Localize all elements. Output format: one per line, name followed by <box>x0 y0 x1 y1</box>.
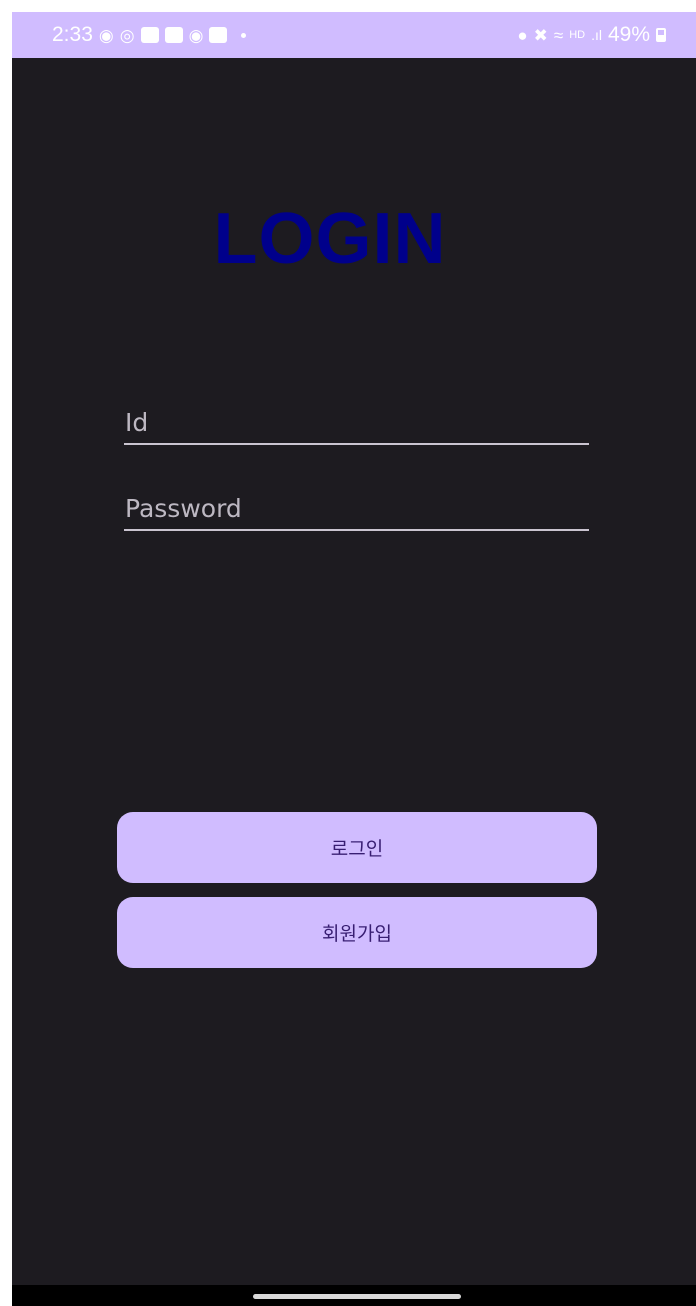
login-button-label: 로그인 <box>330 838 384 860</box>
signal-bars-icon: .ıl <box>591 27 602 43</box>
wifi-icon: ≈ <box>553 25 564 45</box>
login-button[interactable]: 로그인 <box>117 812 597 883</box>
signup-button[interactable]: 회원가입 <box>117 897 597 968</box>
id-field <box>124 408 589 445</box>
status-bar-left: 2:33 ◉ ◎ ◉ <box>52 23 247 47</box>
mute-icon: ✖ <box>533 25 548 45</box>
id-input[interactable] <box>124 408 589 443</box>
password-input[interactable] <box>124 494 589 529</box>
navigation-bar <box>12 1285 696 1306</box>
battery-percent: 49% <box>607 23 650 46</box>
hd-signal-icon: HD <box>569 28 586 41</box>
password-field <box>124 494 589 531</box>
battery-icon <box>656 28 666 42</box>
status-bar-right: ● ✖ ≈ HD .ıl 49% <box>517 23 666 47</box>
note-app-icon <box>164 27 183 43</box>
image-app-icon <box>140 27 159 43</box>
app-screen: 2:33 ◉ ◎ ◉ ● ✖ ≈ HD .ıl 49% LOGIN 로그인 회원… <box>12 12 696 1306</box>
status-bar: 2:33 ◉ ◎ ◉ ● ✖ ≈ HD .ıl 49% <box>12 12 696 58</box>
alarm-icon: ● <box>517 25 528 45</box>
status-time: 2:33 <box>52 23 93 46</box>
more-notifications-icon <box>241 32 247 38</box>
page-title: LOGIN <box>213 199 447 279</box>
instagram-icon: ◎ <box>119 25 135 45</box>
chat-bubble-icon: ◉ <box>98 25 114 45</box>
home-gesture-handle[interactable] <box>253 1294 461 1299</box>
facebook-icon: ◉ <box>188 25 204 45</box>
mail-app-icon <box>209 27 228 43</box>
signup-button-label: 회원가입 <box>322 923 392 945</box>
